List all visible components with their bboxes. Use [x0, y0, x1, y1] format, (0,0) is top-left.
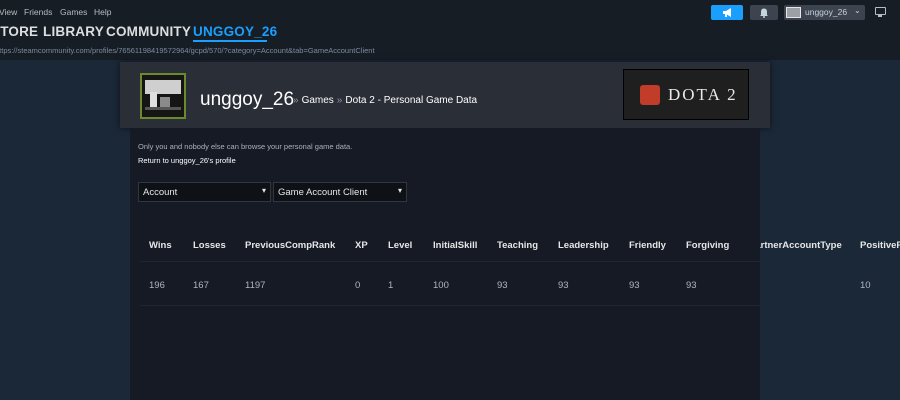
table-header-divider — [140, 261, 760, 262]
game-logo-text: DOTA 2 — [668, 85, 738, 104]
column-header-initialskill: InitialSkill — [433, 240, 478, 251]
megaphone-icon — [723, 8, 731, 17]
url-bar[interactable]: https://steamcommunity.com/profiles/7656… — [0, 46, 375, 55]
breadcrumb-page: Dota 2 - Personal Game Data — [345, 95, 478, 106]
menu-games[interactable]: Games — [60, 7, 87, 17]
column-header-friendly: Friendly — [629, 240, 666, 251]
column-header-xp: XP — [355, 240, 368, 251]
breadcrumb-games[interactable]: Games — [302, 95, 334, 106]
avatar-image — [142, 75, 184, 117]
table-cell-level: 1 — [388, 280, 394, 291]
table-cell-wins: 196 — [149, 280, 165, 291]
column-header-previouscomprank: PreviousCompRank — [245, 240, 336, 251]
profile-name[interactable]: unggoy_26 — [200, 89, 294, 111]
column-header-losses: Losses — [193, 240, 226, 251]
breadcrumb-separator: » — [336, 95, 343, 106]
table-cell-forgiving: 93 — [686, 280, 697, 291]
return-to-profile-link[interactable]: Return to unggoy_26's profile — [138, 156, 236, 165]
table-cell-previouscomprank: 1197 — [245, 280, 266, 291]
column-header-wins: Wins — [149, 240, 172, 251]
tab-select-value: Game Account Client — [278, 187, 368, 198]
tab-select[interactable]: Game Account Client ▾ — [273, 182, 407, 202]
table-cell-teaching: 93 — [497, 280, 508, 291]
table-cell-losses: 167 — [193, 280, 209, 291]
table-cell-friendly: 93 — [629, 280, 640, 291]
dota-emblem-icon — [640, 85, 660, 105]
monitor-icon[interactable] — [875, 7, 886, 17]
notifications-button[interactable] — [750, 5, 778, 20]
table-row-divider — [140, 305, 760, 306]
column-header-level: Level — [388, 240, 413, 251]
menu-help[interactable]: Help — [94, 7, 111, 17]
profile-avatar[interactable] — [140, 73, 186, 119]
chevron-down-icon: ⌄ — [854, 6, 861, 15]
game-logo: DOTA 2 — [623, 69, 749, 120]
category-select-value: Account — [143, 187, 178, 198]
breadcrumb-separator: » — [293, 95, 299, 106]
chevron-down-icon: ▾ — [261, 186, 266, 195]
table-cell-xp: 0 — [355, 280, 361, 291]
category-select[interactable]: Account ▾ — [138, 182, 271, 202]
table-cell-initialskill: 100 — [433, 280, 449, 291]
steam-client-header: View Friends Games Help STORE LIBRARY CO… — [0, 0, 900, 60]
column-header-partneraccounttype: PartnerAccountType — [760, 240, 842, 251]
announcements-button[interactable] — [711, 5, 743, 20]
column-header-teaching: Teaching — [497, 240, 538, 251]
menu-view[interactable]: View — [0, 7, 17, 17]
table-cell-leadership: 93 — [558, 280, 569, 291]
chevron-down-icon: ▾ — [397, 186, 402, 195]
profile-header: unggoy_26 » Games» Dota 2 - Personal Game … — [120, 62, 770, 128]
column-header-leadership: Leadership — [558, 240, 609, 251]
bell-icon — [760, 8, 768, 18]
user-account-menu[interactable]: unggoy_26 ⌄ — [784, 5, 865, 20]
active-nav-underline — [193, 40, 267, 42]
game-data-panel: Only you and nobody else can browse your… — [130, 128, 760, 400]
nav-store[interactable]: STORE — [0, 24, 38, 39]
nav-community[interactable]: COMMUNITY — [106, 24, 191, 39]
avatar — [786, 7, 801, 18]
column-header-forgiving: Forgiving — [686, 240, 730, 251]
nav-library[interactable]: LIBRARY — [43, 24, 104, 39]
column-header-positivef: PositiveF — [860, 240, 900, 251]
privacy-note: Only you and nobody else can browse your… — [138, 142, 353, 151]
menu-friends[interactable]: Friends — [24, 7, 52, 17]
table-overflow-columns: PartnerAccountType PositiveF 0 10 — [760, 128, 900, 400]
account-username: unggoy_26 — [805, 7, 848, 17]
nav-profile[interactable]: UNGGOY_26 — [193, 24, 277, 39]
breadcrumb: » Games» Dota 2 - Personal Game Data — [290, 95, 477, 106]
table-cell-positivef: 10 — [860, 280, 871, 291]
